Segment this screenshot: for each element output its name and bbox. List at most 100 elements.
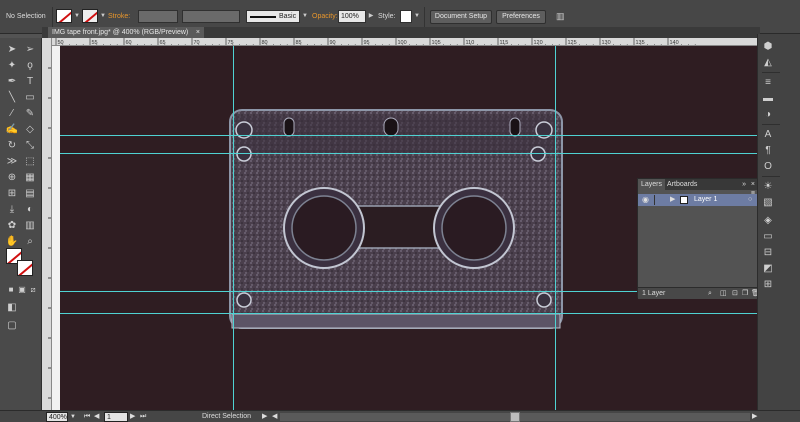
stroke-color-box[interactable] [17,260,33,276]
adobe-kuler-icon[interactable]: ⬢ [760,40,776,54]
make-clipping-mask-icon[interactable]: ◫ [720,288,727,300]
selection-status-text: No Selection [6,13,46,20]
symbol-sprayer-tool-icon[interactable]: ✿ [4,218,20,234]
opentype-panel-icon[interactable]: O [760,160,776,174]
horizontal-guide-4[interactable] [60,313,760,314]
opacity-dropdown-chevron-icon[interactable]: ▶ [366,10,376,23]
paragraph-panel-icon[interactable]: ¶ [760,144,776,158]
pathfinder-panel-icon[interactable]: ◩ [760,262,776,276]
new-sublayer-icon[interactable]: ⊡ [732,288,738,300]
document-tab[interactable]: IMG tape front.jpg* @ 400% (RGB/Preview)… [48,27,204,38]
none-mode-icon[interactable]: ⧄ [25,282,41,298]
pen-tool-icon[interactable]: ✒ [4,74,20,90]
pencil-tool-icon[interactable]: ✎ [22,106,38,122]
transform-panel-icon[interactable]: ⊞ [760,278,776,292]
blob-brush-tool-icon[interactable]: ✍ [4,122,20,138]
visibility-eye-icon[interactable]: ◉ [642,194,649,206]
layers-panel-icon[interactable]: ◈ [760,214,776,228]
opacity-label[interactable]: Opacity: [312,10,338,23]
draw-mode-icon[interactable]: ◧ [4,300,20,316]
zoom-dropdown-chevron-icon[interactable]: ▼ [70,411,76,422]
direct-selection-tool-icon[interactable]: ➢ [22,42,38,58]
tab-artboards[interactable]: Artboards [664,179,700,190]
panel-close-icon[interactable]: × [751,179,755,190]
previous-artboard-icon[interactable]: ◀ [94,411,99,422]
screen-mode-icon[interactable]: ▢ [4,318,20,334]
paintbrush-tool-icon[interactable]: ⁄ [4,106,20,122]
character-panel-icon[interactable]: A [760,128,776,142]
artboards-panel-icon[interactable]: ▭ [760,230,776,244]
stroke-dropdown-chevron-icon[interactable]: ▼ [98,10,108,23]
rectangle-tool-icon[interactable]: ▭ [22,90,38,106]
rotate-tool-icon[interactable]: ↻ [4,138,20,154]
vertical-guide-left[interactable] [233,46,234,410]
mesh-tool-icon[interactable]: ⊞ [4,186,20,202]
graphic-styles-icon[interactable]: ▧ [760,196,776,210]
eyedropper-tool-icon[interactable]: ⤓ [4,202,20,218]
opacity-field[interactable]: 100% [338,10,366,23]
style-label: Style: [378,13,396,20]
locate-object-icon[interactable]: ⌕ [708,288,712,300]
eraser-tool-icon[interactable]: ◇ [22,122,38,138]
screw-bottom-left [236,292,252,308]
column-graph-tool-icon[interactable]: ▥ [22,218,38,234]
first-artboard-icon[interactable]: ⏮ [84,411,90,422]
collapse-panel-icon[interactable]: » [742,179,746,190]
graphic-style-swatch[interactable] [400,10,412,23]
expand-layer-chevron-icon[interactable]: ▶ [670,194,675,206]
horizontal-scrollbar-thumb[interactable] [510,412,520,422]
style-dropdown-chevron-icon[interactable]: ▼ [412,10,422,23]
horizontal-ruler[interactable]: 50 55 60 65 70 75 80 85 90 95 100 105 110 115 120 125 13… [52,38,760,46]
zoom-level-field[interactable]: 400% [46,412,68,422]
layer-row[interactable]: ◉ ▶ Layer 1 ○ [638,194,758,206]
new-layer-icon[interactable]: ❐ [742,288,748,300]
status-menu-chevron-icon[interactable]: ▶ [262,411,267,422]
scroll-right-icon[interactable]: ▶ [752,411,757,422]
horizontal-guide-1[interactable] [60,135,760,136]
lasso-tool-icon[interactable]: ϙ [22,58,38,74]
arrange-documents-icon[interactable]: ▥ [556,10,565,23]
zoom-tool-icon[interactable]: ⌕ [22,234,38,250]
gradient-tool-icon[interactable]: ▤ [22,186,38,202]
artboard-number-field[interactable]: 1 [104,412,128,422]
preferences-button[interactable]: Preferences [496,10,546,24]
type-tool-icon[interactable]: T [22,74,38,90]
color-guide-icon[interactable]: ◭ [760,56,776,70]
vertical-guide-right[interactable] [555,46,556,410]
next-artboard-icon[interactable]: ▶ [130,411,135,422]
scroll-left-icon[interactable]: ◀ [272,411,277,422]
brush-definition-select[interactable]: Basic [246,10,300,23]
stroke-weight-field[interactable] [138,10,178,23]
blend-tool-icon[interactable]: ◐ [22,202,38,218]
selection-tool-icon[interactable]: ➤ [4,42,20,58]
brush-dropdown-chevron-icon[interactable]: ▼ [300,10,310,23]
top-slot-right [509,117,521,137]
magic-wand-tool-icon[interactable]: ✦ [4,58,20,74]
vertical-ruler[interactable] [42,38,52,410]
layer-target-icon[interactable]: ○ [748,194,752,206]
tab-layers[interactable]: Layers [638,179,666,190]
document-setup-button[interactable]: Document Setup [430,10,492,24]
cassette-bottom-edge [231,313,561,329]
align-panel-icon[interactable]: ⊟ [760,246,776,260]
shape-builder-tool-icon[interactable]: ⊕ [4,170,20,186]
fill-dropdown-chevron-icon[interactable]: ▼ [72,10,82,23]
appearance-panel-icon[interactable]: ☀ [760,180,776,194]
screw-mid-left [236,146,252,162]
stroke-swatch[interactable] [82,9,98,23]
stroke-panel-icon[interactable]: ≡ [760,76,776,90]
layer-name[interactable]: Layer 1 [694,194,717,206]
variable-width-profile-select[interactable] [182,10,240,23]
gradient-panel-icon[interactable]: ▬ [760,92,776,106]
width-tool-icon[interactable]: ≫ [4,154,20,170]
fill-swatch[interactable] [56,9,72,23]
horizontal-guide-2[interactable] [60,153,760,154]
free-transform-tool-icon[interactable]: ⬚ [22,154,38,170]
last-artboard-icon[interactable]: ⏭ [140,411,146,422]
transparency-panel-icon[interactable]: ◑ [760,108,776,122]
perspective-grid-tool-icon[interactable]: ▦ [22,170,38,186]
line-segment-tool-icon[interactable]: ╲ [4,90,20,106]
stroke-label[interactable]: Stroke: [108,10,130,23]
close-tab-icon[interactable]: × [196,27,200,38]
scale-tool-icon[interactable]: ⤡ [22,138,38,154]
